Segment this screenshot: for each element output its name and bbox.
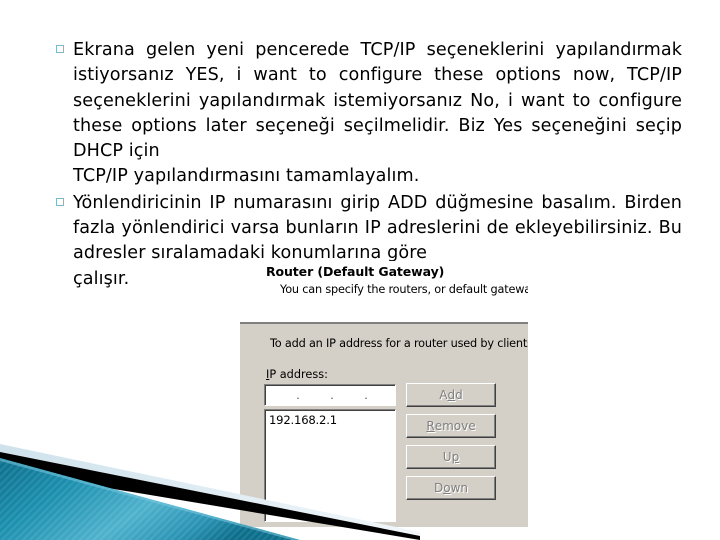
ip-octet-separators: . . .	[265, 385, 397, 405]
list-item[interactable]: 192.168.2.1	[269, 413, 337, 427]
bullet-2-text: Yönlendiricinin IP numarasını girip ADD …	[73, 192, 682, 264]
down-button-mnemonic: o	[443, 481, 451, 495]
dialog-button-column: Add Remove Up Do wn	[406, 383, 504, 507]
add-button[interactable]: Add	[406, 383, 496, 407]
dialog-title: Router (Default Gateway)	[266, 264, 445, 279]
bullet-1-last-line: TCP/IP yapılandırmasını tamamlayalım.	[73, 166, 420, 187]
ip-address-listbox[interactable]: 192.168.2.1	[264, 409, 396, 522]
ip-address-input[interactable]: . . .	[264, 384, 396, 406]
powerpoint-slide: Ekrana gelen yeni pencerede TCP/IP seçen…	[0, 0, 720, 540]
down-button[interactable]: Do wn	[406, 476, 496, 500]
router-default-gateway-dialog-screenshot: Router (Default Gateway) You can specify…	[240, 261, 528, 527]
ip-address-label: IP address:	[266, 368, 328, 381]
up-button-mnemonic: p	[451, 450, 460, 464]
hollow-square-bullet-icon	[56, 38, 73, 53]
bullet-1-text: Ekrana gelen yeni pencerede TCP/IP seçen…	[73, 40, 682, 162]
slide-body-text: Ekrana gelen yeni pencerede TCP/IP seçen…	[56, 38, 682, 293]
up-button[interactable]: Up	[406, 445, 496, 469]
dialog-subtitle: You can specify the routers, or default …	[280, 283, 528, 296]
dialog-description: To add an IP address for a router used b…	[270, 337, 528, 350]
ip-separator-2: .	[330, 388, 334, 402]
bullet-paragraph-1: Ekrana gelen yeni pencerede TCP/IP seçen…	[73, 38, 682, 190]
remove-button[interactable]: Remove	[406, 414, 496, 438]
remove-button-mnemonic: R	[426, 419, 435, 433]
hollow-square-bullet-icon	[56, 191, 73, 206]
dialog-header: Router (Default Gateway) You can specify…	[240, 261, 528, 321]
ip-separator-1: .	[296, 388, 300, 402]
dialog-body-panel: To add an IP address for a router used b…	[240, 324, 528, 527]
add-button-mnemonic: d	[447, 388, 456, 402]
ip-address-label-rest: P address:	[269, 368, 328, 381]
ip-separator-3: .	[364, 388, 368, 402]
list-item: Ekrana gelen yeni pencerede TCP/IP seçen…	[56, 38, 682, 190]
